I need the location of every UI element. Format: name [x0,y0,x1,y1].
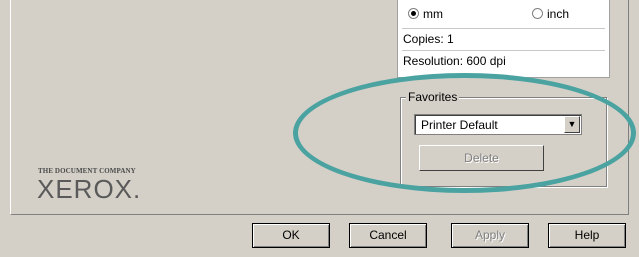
cancel-button[interactable]: Cancel [349,223,427,248]
xerox-logo: XEROX. [37,174,142,204]
mm-radio-label: mm [423,7,443,21]
resolution-text: Resolution: 600 dpi [403,54,506,68]
mm-radio[interactable]: mm [408,4,443,24]
help-button[interactable]: Help [548,223,626,248]
inch-radio[interactable]: inch [532,4,569,24]
settings-summary-panel: mm inch Copies: 1 Resolution: 600 dpi [397,0,610,78]
annotation-highlight-ellipse [293,73,636,193]
units-row: mm inch [403,4,604,24]
ok-button[interactable]: OK [252,223,330,248]
inch-radio-indicator[interactable] [532,8,543,19]
mm-radio-indicator[interactable] [408,8,419,19]
apply-button[interactable]: Apply [451,223,529,248]
inch-radio-label: inch [547,7,570,21]
copies-text: Copies: 1 [403,32,454,46]
